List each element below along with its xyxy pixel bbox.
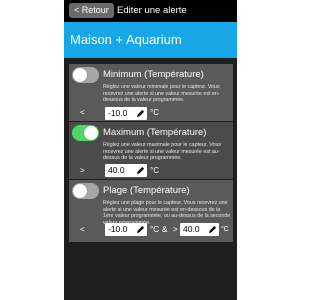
alert-card-range: Plage (Température) Réglez une plage pou… [69,180,233,242]
operator-label-high: > [173,225,178,234]
operator-label: < [80,108,85,117]
pencil-icon[interactable] [208,225,217,234]
value-field-maximum[interactable]: 40.0 [105,164,147,177]
navigation-bar: < Retour Editer une alerte [64,0,237,22]
pencil-icon[interactable] [136,225,145,234]
value-text: -10.0 [108,108,128,118]
unit-label: °C [150,166,159,175]
toggle-range[interactable] [72,183,99,199]
operator-label: > [80,166,85,175]
toggle-knob [84,126,98,140]
phone-screen: < Retour Editer une alerte Maison + Aqua… [64,0,237,300]
unit-label: °C [150,108,159,117]
alert-card-minimum: Minimum (Température) Réglez une valeur … [69,64,233,121]
toggle-minimum[interactable] [72,67,99,83]
pencil-icon[interactable] [136,166,145,175]
operator-label: < [80,225,85,234]
alert-description: Réglez une valeur maximale pour le capte… [103,142,222,162]
value-field-range-high[interactable]: 40.0 [180,223,219,236]
value-text: -10.0 [108,224,128,234]
value-field-minimum[interactable]: -10.0 [105,107,147,120]
page-title: Editer une alerte [117,5,187,16]
alert-title: Maximum (Température) [103,127,207,138]
alert-description: Réglez une valeur minimale pour le capte… [103,84,220,104]
toggle-maximum[interactable] [72,125,99,141]
value-text: 40.0 [183,224,200,234]
sensor-name: Maison + Aquarium [70,32,182,47]
pencil-icon[interactable] [136,109,145,118]
sensor-header: Maison + Aquarium [64,22,237,58]
range-separator: & [162,225,168,234]
alert-title: Plage (Température) [103,185,190,196]
unit-label: °C [150,225,159,234]
toggle-knob [73,68,87,82]
value-text: 40.0 [108,165,125,175]
back-button[interactable]: < Retour [69,3,114,18]
value-field-range-low[interactable]: -10.0 [105,223,147,236]
alert-card-maximum: Maximum (Température) Réglez une valeur … [69,122,233,179]
toggle-knob [73,184,87,198]
alert-title: Minimum (Température) [103,69,204,80]
unit-label: °C [221,226,229,233]
